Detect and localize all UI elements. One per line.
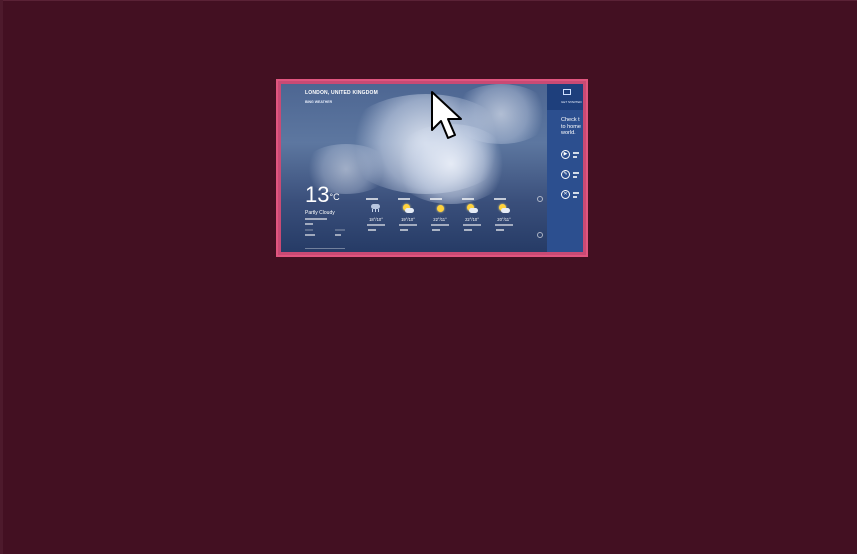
current-temperature: 13°C	[305, 184, 340, 206]
forecast-day-label	[430, 198, 442, 200]
forecast-temp: 20°/11°	[497, 217, 511, 222]
forecast-day-label	[366, 198, 378, 200]
close-icon[interactable]: ✕	[561, 190, 570, 199]
sunny-icon	[434, 204, 446, 214]
detail-line	[335, 229, 345, 231]
panel-header: GET STARTED	[547, 84, 583, 110]
forecast-desc	[431, 224, 449, 226]
forecast-day[interactable]: 20°/11°	[492, 198, 516, 240]
forecast-temp: 22°/11°	[433, 217, 447, 222]
option-label	[573, 156, 577, 158]
scroll-right-icon[interactable]	[537, 232, 543, 238]
forecast-precip	[464, 229, 472, 231]
partly-cloudy-icon	[498, 204, 510, 214]
forecast-precip	[400, 229, 408, 231]
forecast-day[interactable]: 22°/10°	[460, 198, 484, 240]
forecast-desc	[399, 224, 417, 226]
panel-title: GET STARTED	[561, 100, 582, 104]
forecast-precip	[368, 229, 376, 231]
panel-text-line: Check t	[561, 117, 580, 123]
footer-line	[305, 248, 345, 249]
forecast-temp: 22°/10°	[465, 217, 479, 222]
forecast-day[interactable]: 19°/10°	[396, 198, 420, 240]
rain-icon	[370, 204, 382, 214]
forecast-desc	[495, 224, 513, 226]
detail-line	[335, 234, 341, 236]
panel-text: Check t to home world.	[561, 117, 581, 137]
mail-icon	[563, 89, 571, 95]
forecast-day[interactable]: 18°/10°	[364, 198, 388, 240]
option-label	[573, 176, 577, 178]
option-label	[573, 152, 579, 154]
location-title: LONDON, UNITED KINGDOM	[305, 90, 379, 96]
get-started-panel: GET STARTED Check t to home world. ▶ ✎ ✕	[547, 84, 583, 252]
current-condition: Partly Cloudy	[305, 210, 335, 216]
forecast-day-label	[494, 198, 506, 200]
app-subtitle: BING WEATHER	[305, 100, 333, 104]
mouse-pointer-icon	[431, 91, 462, 139]
forecast-day-label	[462, 198, 474, 200]
desktop-edge	[0, 0, 3, 554]
partly-cloudy-icon	[402, 204, 414, 214]
temperature-unit: °C	[329, 192, 340, 202]
detail-line	[305, 223, 313, 225]
detail-line	[305, 234, 315, 236]
forecast-temp: 18°/10°	[369, 217, 383, 222]
desktop-edge	[0, 0, 857, 1]
option-label	[573, 196, 577, 198]
temperature-value: 13	[305, 182, 330, 207]
forecast-day-label	[398, 198, 410, 200]
weather-main-area: LONDON, UNITED KINGDOM BING WEATHER 13°C…	[281, 84, 547, 252]
forecast-day[interactable]: 22°/11°	[428, 198, 452, 240]
detail-line	[305, 218, 327, 220]
desktop-background: LONDON, UNITED KINGDOM BING WEATHER 13°C…	[0, 0, 857, 554]
forecast-desc	[463, 224, 481, 226]
forecast-temp: 19°/10°	[401, 217, 415, 222]
panel-text-line: world.	[561, 130, 576, 136]
detail-line	[305, 229, 313, 231]
option-label	[573, 192, 579, 194]
edit-icon[interactable]: ✎	[561, 170, 570, 179]
forecast-precip	[496, 229, 504, 231]
partly-cloudy-icon	[466, 204, 478, 214]
forecast-desc	[367, 224, 385, 226]
forecast-precip	[432, 229, 440, 231]
play-icon[interactable]: ▶	[561, 150, 570, 159]
scroll-right-icon[interactable]	[537, 196, 543, 202]
option-label	[573, 172, 579, 174]
